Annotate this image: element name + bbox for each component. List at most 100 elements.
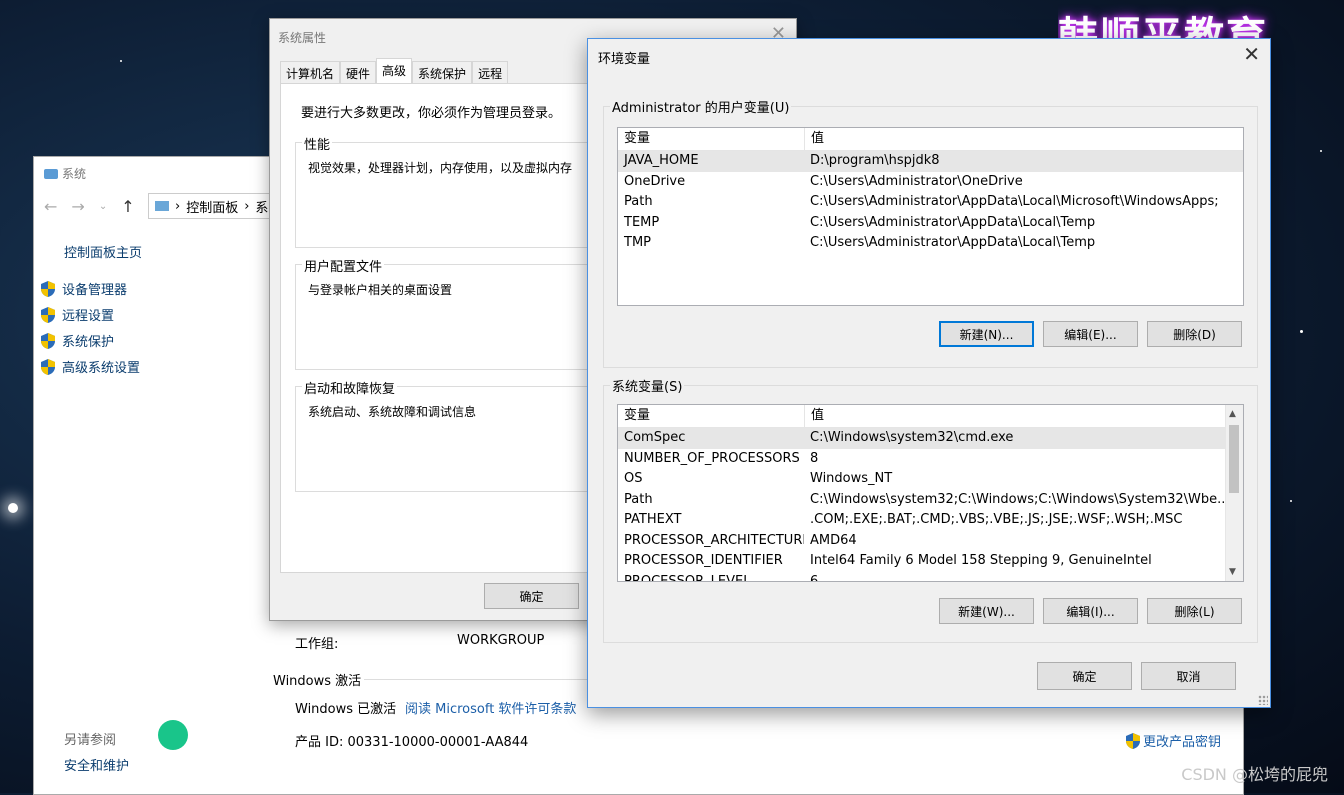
list-header: 变量 值 [618,405,1226,428]
activation-section-title: Windows 激活 [273,674,362,689]
variable-name: TEMP [624,214,660,230]
variable-name: Path [624,194,653,209]
sidebar-item-remote-settings[interactable]: 远程设置 [40,305,114,324]
breadcrumb-item[interactable]: 系 [255,197,268,216]
variable-name: PROCESSOR_ARCHITECTURE [624,532,804,548]
csdn-watermark: CSDN @松垮的屁兜 [1181,765,1328,784]
ok-button[interactable]: 确定 [484,583,579,609]
table-row[interactable]: PROCESSOR_LEVEL 6 [618,572,1226,582]
nav-buttons: ← → ⌄ ↑ [44,197,135,216]
ok-button[interactable]: 确定 [1037,662,1132,690]
up-arrow-icon[interactable]: ↑ [121,197,134,216]
variable-value: 8 [810,450,819,466]
shield-icon [41,332,55,349]
column-header-value[interactable]: 值 [805,405,1226,427]
environment-variables-dialog: 环境变量 ✕ Administrator 的用户变量(U) 变量 值 JAVA_… [587,38,1271,708]
table-row[interactable]: TEMP C:\Users\Administrator\AppData\Loca… [618,213,1243,234]
section-title: Administrator 的用户变量(U) [610,97,792,116]
variable-value: Intel64 Family 6 Model 158 Stepping 9, G… [810,553,1152,568]
column-header-variable[interactable]: 变量 [618,128,805,150]
column-header-variable[interactable]: 变量 [618,405,805,427]
user-new-button[interactable]: 新建(N)... [939,321,1034,347]
table-row[interactable]: PROCESSOR_IDENTIFIER Intel64 Family 6 Mo… [618,551,1226,572]
control-panel-home-link[interactable]: 控制面板主页 [64,242,142,261]
variable-value: Windows_NT [810,471,893,486]
sidebar-item-label: 系统保护 [62,335,115,350]
variable-value: C:\Users\Administrator\AppData\Local\Mic… [810,194,1219,209]
user-delete-button[interactable]: 删除(D) [1147,321,1242,347]
variable-value: C:\Users\Administrator\AppData\Local\Tem… [810,235,1096,250]
workgroup-value: WORKGROUP [457,633,545,648]
variable-name: JAVA_HOME [624,153,699,168]
back-arrow-icon[interactable]: ← [44,197,57,216]
shield-icon [41,280,55,297]
variable-name: ComSpec [624,430,686,445]
see-also-heading: 另请参阅 [64,733,117,748]
system-edit-button[interactable]: 编辑(I)... [1043,598,1138,624]
list-header: 变量 值 [618,128,1243,151]
variable-value: .COM;.EXE;.BAT;.CMD;.VBS;.VBE;.JS;.JSE;.… [810,512,1183,527]
license-terms-link[interactable]: 阅读 Microsoft 软件许可条款 [405,698,576,717]
sidebar-item-label: 设备管理器 [62,283,128,298]
chevron-down-icon[interactable]: ▼ [1229,567,1236,577]
table-row[interactable]: JAVA_HOME D:\program\hspjdk8 [618,151,1243,172]
table-row[interactable]: Path C:\Users\Administrator\AppData\Loca… [618,192,1243,213]
system-variables-section: 系统变量(S) 变量 值 ComSpec C:\Windows\system32… [603,376,1258,643]
group-title: 性能 [302,134,333,153]
user-edit-button[interactable]: 编辑(E)... [1043,321,1138,347]
tab-advanced[interactable]: 高级 [376,58,413,85]
group-description: 系统启动、系统故障和调试信息 [308,405,477,419]
table-row[interactable]: NUMBER_OF_PROCESSORS 8 [618,449,1226,470]
forward-arrow-icon[interactable]: → [71,197,84,216]
breadcrumb-separator-icon: › [244,198,250,214]
change-product-key-link[interactable]: 更改产品密钥 [1125,731,1221,750]
table-row[interactable]: ComSpec C:\Windows\system32\cmd.exe [618,428,1226,449]
admin-note: 要进行大多数更改，你必须作为管理员登录。 [301,106,562,121]
sidebar-item-device-manager[interactable]: 设备管理器 [40,279,127,298]
sidebar-item-advanced-settings[interactable]: 高级系统设置 [40,357,140,376]
sidebar-item-label: 远程设置 [62,309,115,324]
variable-name: OS [624,471,643,486]
user-variables-list[interactable]: 变量 值 JAVA_HOME D:\program\hspjdk8 OneDri… [617,127,1244,306]
variable-value: C:\Windows\system32;C:\Windows;C:\Window… [810,491,1226,507]
table-row[interactable]: OS Windows_NT [618,469,1226,490]
table-row[interactable]: PROCESSOR_ARCHITECTURE AMD64 [618,531,1226,552]
system-new-button[interactable]: 新建(W)... [939,598,1034,624]
sidebar-item-system-protection[interactable]: 系统保护 [40,331,114,350]
close-icon[interactable]: ✕ [1243,42,1260,66]
background-star [8,503,18,513]
variable-name: PROCESSOR_IDENTIFIER [624,553,783,568]
group-title: 用户配置文件 [302,256,385,275]
user-variables-section: Administrator 的用户变量(U) 变量 值 JAVA_HOME D:… [603,97,1258,368]
vertical-scrollbar[interactable]: ▲ ▼ [1225,405,1243,581]
control-panel-icon [155,201,169,211]
workgroup-label: 工作组: [295,637,339,652]
column-header-value[interactable]: 值 [805,128,1243,150]
chevron-down-icon[interactable]: ⌄ [99,201,107,212]
computer-icon [44,168,58,179]
breadcrumb-item[interactable]: 控制面板 [186,197,238,216]
resize-grip-icon[interactable] [1258,695,1268,705]
group-description: 与登录帐户相关的桌面设置 [308,283,453,297]
chevron-up-icon[interactable]: ▲ [1229,409,1236,419]
table-row[interactable]: PATHEXT .COM;.EXE;.BAT;.CMD;.VBS;.VBE;.J… [618,510,1226,531]
breadcrumb-separator-icon: › [175,198,181,214]
variable-value: 6 [810,573,819,582]
shield-icon [1126,732,1140,749]
cursor-highlight [158,720,188,750]
group-description: 视觉效果，处理器计划，内存使用，以及虚拟内存 [308,161,573,175]
variable-name: Path [624,491,653,507]
table-row[interactable]: OneDrive C:\Users\Administrator\OneDrive [618,172,1243,193]
table-row[interactable]: Path C:\Windows\system32;C:\Windows;C:\W… [618,490,1226,511]
cancel-button[interactable]: 取消 [1141,662,1236,690]
group-title: 启动和故障恢复 [302,378,398,397]
security-maintenance-link[interactable]: 安全和维护 [64,755,129,774]
variable-value: AMD64 [810,532,857,548]
table-row[interactable]: TMP C:\Users\Administrator\AppData\Local… [618,233,1243,254]
variable-name: TMP [624,235,651,250]
system-delete-button[interactable]: 删除(L) [1147,598,1242,624]
scrollbar-thumb[interactable] [1229,425,1239,493]
background-star [1290,500,1292,502]
system-variables-list[interactable]: 变量 值 ComSpec C:\Windows\system32\cmd.exe… [617,404,1244,582]
system-window-title: 系统 [44,165,86,182]
